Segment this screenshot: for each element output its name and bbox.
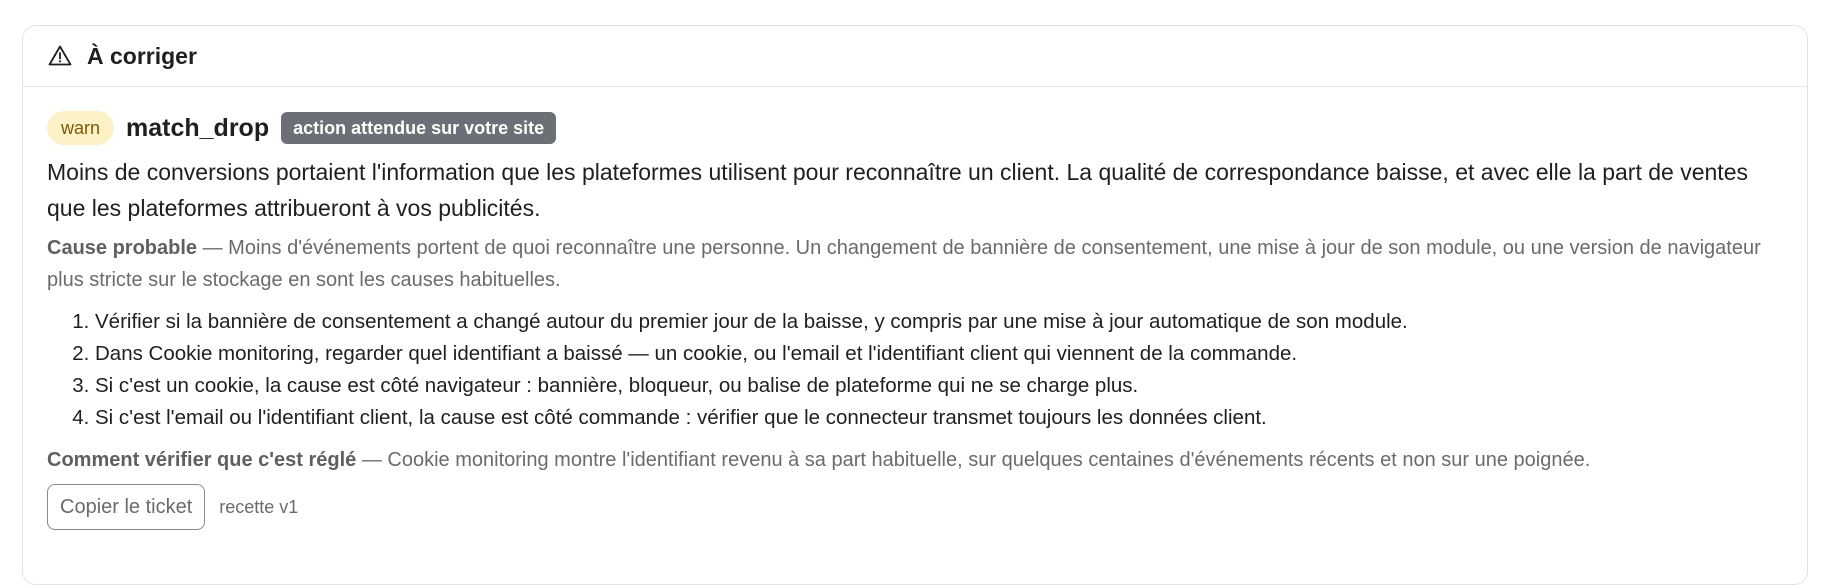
step-item: Si c'est un cookie, la cause est côté na… (95, 370, 1783, 402)
card-title: À corriger (87, 42, 197, 69)
issue-description: Moins de conversions portaient l'informa… (47, 159, 1748, 221)
action-badge: action attendue sur votre site (281, 112, 557, 144)
issue-item: warn match_drop action attendue sur votr… (23, 87, 1807, 530)
card-header: À corriger (23, 26, 1807, 87)
fix-card: À corriger warn match_drop action attend… (22, 25, 1808, 585)
verify-label: Comment vérifier que c'est réglé (47, 449, 357, 471)
step-item: Vérifier si la bannière de consentement … (95, 306, 1783, 338)
step-item: Dans Cookie monitoring, regarder quel id… (95, 338, 1783, 370)
verify-text: — Cookie monitoring montre l'identifiant… (356, 449, 1591, 471)
step-item: Si c'est l'email ou l'identifiant client… (95, 402, 1783, 434)
verification: Comment vérifier que c'est réglé — Cooki… (47, 444, 1783, 476)
issue-footer: Copier le ticket recette v1 (47, 484, 1783, 530)
issue-header: warn match_drop action attendue sur votr… (47, 111, 1783, 145)
steps-list: Vérifier si la bannière de consentement … (47, 306, 1783, 434)
recipe-version: recette v1 (219, 496, 299, 517)
severity-badge: warn (47, 111, 115, 145)
warning-triangle-icon (47, 43, 73, 69)
cause-text: — Moins d'événements portent de quoi rec… (47, 237, 1761, 291)
copy-ticket-button[interactable]: Copier le ticket (47, 484, 206, 530)
probable-cause: Cause probable — Moins d'événements port… (47, 232, 1783, 296)
cause-label: Cause probable (47, 237, 198, 259)
issue-code: match_drop (126, 113, 270, 142)
